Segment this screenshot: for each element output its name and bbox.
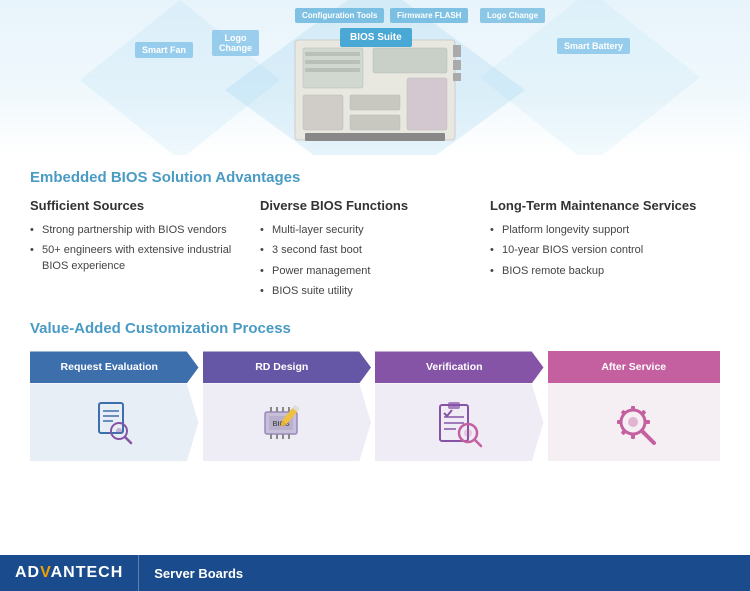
col2-list: Multi-layer security 3 second fast boot … [260, 223, 470, 300]
step4-icon [606, 395, 661, 450]
step-verification: Verification [375, 351, 548, 461]
col1-list: Strong partnership with BIOS vendors 50+… [30, 223, 240, 274]
section1: Embedded BIOS Solution Advantages Suffic… [30, 169, 720, 304]
logo-change-label: LogoChange [212, 30, 259, 56]
step3-icon [432, 395, 487, 450]
col3-item-2: 10-year BIOS version control [490, 243, 700, 258]
col3-item-3: BIOS remote backup [490, 264, 700, 279]
section2-title: Value-Added Customization Process [30, 320, 720, 337]
bios-suite-label: BIOS Suite [340, 28, 412, 47]
step-request-evaluation: Request Evaluation [30, 351, 203, 461]
step1-label: Request Evaluation [61, 361, 168, 373]
config-tools-label: Configuration Tools [295, 8, 384, 23]
col-longterm: Long-Term Maintenance Services Platform … [490, 198, 720, 304]
col3-list: Platform longevity support 10-year BIOS … [490, 223, 700, 279]
logo-change-top-label: Logo Change [480, 8, 545, 23]
col1-item-1: Strong partnership with BIOS vendors [30, 223, 240, 238]
step-rd-design: RD Design BIOS [203, 351, 376, 461]
step3-label: Verification [426, 361, 493, 373]
col1-title: Sufficient Sources [30, 198, 240, 215]
diagram-section: Configuration Tools Firmware FLASH Logo … [0, 0, 750, 155]
brand-highlight: V [40, 564, 50, 581]
step4-label: After Service [601, 361, 666, 373]
footer-product: Server Boards [139, 566, 243, 581]
advantages-grid: Sufficient Sources Strong partnership wi… [30, 198, 720, 304]
col2-item-4: BIOS suite utility [260, 284, 470, 299]
step1-icon [87, 395, 142, 450]
col-diverse-bios: Diverse BIOS Functions Multi-layer secur… [260, 198, 490, 304]
step2-icon: BIOS [257, 397, 317, 447]
col3-item-1: Platform longevity support [490, 223, 700, 238]
col2-item-2: 3 second fast boot [260, 243, 470, 258]
step-after-service: After Service [548, 351, 721, 461]
col2-item-3: Power management [260, 264, 470, 279]
process-steps: Request Evaluation [30, 351, 720, 461]
footer: ADVANTECH Server Boards [0, 555, 750, 591]
section1-title: Embedded BIOS Solution Advantages [30, 169, 720, 186]
col1-item-2: 50+ engineers with extensive industrial … [30, 243, 240, 274]
col-sufficient-sources: Sufficient Sources Strong partnership wi… [30, 198, 260, 304]
brand-name: ADVANTECH [15, 564, 123, 582]
firmware-flash-label: Firmware FLASH [390, 8, 468, 23]
col2-item-1: Multi-layer security [260, 223, 470, 238]
smart-battery-label: Smart Battery [557, 38, 630, 54]
step2-label: RD Design [255, 361, 318, 373]
col3-title: Long-Term Maintenance Services [490, 198, 700, 215]
col2-title: Diverse BIOS Functions [260, 198, 470, 215]
smart-fan-label: Smart Fan [135, 42, 193, 58]
main-content: Embedded BIOS Solution Advantages Suffic… [0, 155, 750, 481]
section2: Value-Added Customization Process Reques… [30, 320, 720, 461]
footer-logo: ADVANTECH [0, 555, 139, 591]
